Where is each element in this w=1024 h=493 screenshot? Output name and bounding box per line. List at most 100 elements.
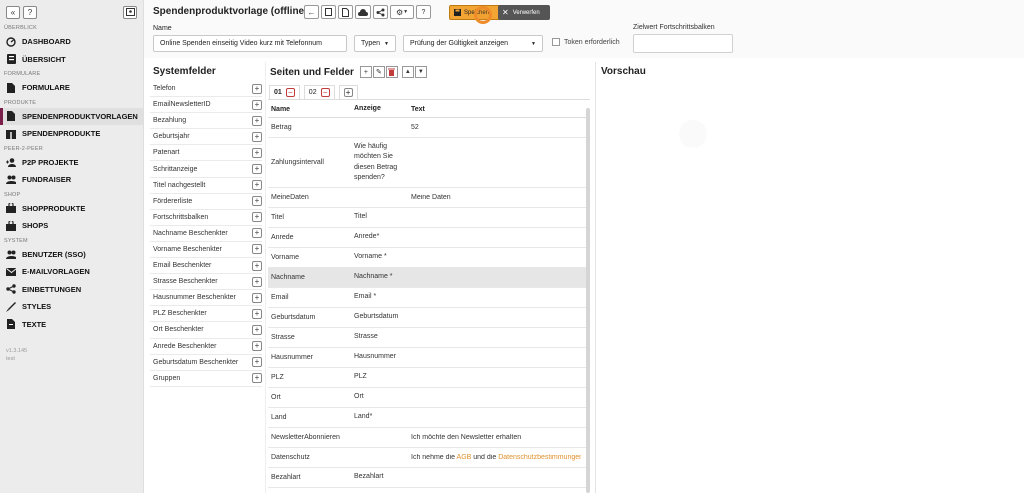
cell-name: Anrede	[271, 234, 294, 241]
plus-icon: +	[363, 68, 368, 76]
text-icon	[6, 319, 16, 330]
add-field-button[interactable]: +	[252, 308, 262, 319]
sidebar-item-fundraiser[interactable]: FUNDRAISER	[0, 171, 143, 189]
add-tab-button[interactable]: +	[338, 85, 358, 99]
add-field-button[interactable]: +	[252, 212, 262, 223]
help-icon: ?	[27, 7, 33, 17]
add-field-button[interactable]: +	[252, 99, 262, 110]
table-row[interactable]: Bezahlart Bezahlart	[268, 468, 586, 488]
id-card-icon	[125, 8, 135, 16]
back-button[interactable]: ←	[304, 5, 319, 19]
discard-button[interactable]: ✕ Verwerfen	[498, 5, 550, 20]
add-field-button[interactable]: +	[252, 164, 262, 175]
file-button[interactable]	[338, 5, 353, 19]
delete-page-button[interactable]	[385, 66, 398, 78]
table-row[interactable]: Strasse Strasse	[268, 328, 586, 348]
sidebar-item-einbettungen[interactable]: EINBETTUNGEN	[0, 281, 143, 299]
share-button[interactable]	[373, 5, 388, 19]
token-checkbox-group[interactable]: Token erforderlich	[552, 38, 620, 46]
cloud-button[interactable]	[355, 5, 371, 19]
add-field-button[interactable]: +	[252, 357, 262, 368]
sidebar-item-styles[interactable]: STYLES	[0, 298, 143, 316]
pencil-icon: ✎	[375, 69, 382, 76]
zielwert-input[interactable]	[633, 34, 733, 53]
add-page-button[interactable]: +	[359, 66, 372, 78]
vorschau-title: Vorschau	[601, 66, 646, 77]
tab-page-01[interactable]: 01 −	[269, 85, 300, 99]
table-row[interactable]: Anrede Anrede*	[268, 228, 586, 248]
add-field-button[interactable]: +	[252, 324, 262, 335]
add-field-button[interactable]: +	[252, 341, 262, 352]
pruefung-select[interactable]: Prüfung der Gültigkeit anzeigen ▼	[403, 35, 543, 52]
info-button[interactable]: ?	[416, 5, 431, 19]
systemfelder-list: Telefon + EmailNewsletterID + Bezahlung + Gebu…	[150, 81, 262, 387]
add-field-button[interactable]: +	[252, 292, 262, 303]
add-field-button[interactable]: +	[252, 115, 262, 126]
sidebar-item-spendenprodukte[interactable]: SPENDENPRODUKTE	[0, 125, 143, 143]
datenschutz-link[interactable]: Datenschutzbestimmungen	[498, 454, 581, 461]
move-up-button[interactable]: ▲	[401, 66, 414, 78]
table-row[interactable]: Email Email *	[268, 288, 586, 308]
add-field-button[interactable]: +	[252, 373, 262, 384]
sidebar-item-benutzer[interactable]: BENUTZER (SSO)	[0, 246, 143, 264]
add-field-button[interactable]: +	[252, 131, 262, 142]
table-row[interactable]: Datenschutz Ich nehme die AGB und die Dat…	[268, 448, 586, 468]
remove-page-icon[interactable]: −	[285, 88, 295, 97]
add-field-button[interactable]: +	[252, 244, 262, 255]
pruefung-label: Prüfung der Gültigkeit anzeigen	[410, 40, 509, 47]
table-row[interactable]: NewsletterAbonnieren Ich möchte den Newsl…	[268, 428, 586, 448]
table-row[interactable]: Betrag 52	[268, 118, 586, 138]
settings-dropdown-button[interactable]: ⚙ ▼	[390, 5, 414, 19]
table-row[interactable]: Zahlungsintervall Wie häufig möchten Sie …	[268, 138, 586, 188]
add-field-button[interactable]: +	[252, 147, 262, 158]
token-checkbox[interactable]	[552, 38, 560, 46]
table-row[interactable]: Hausnummer Hausnummer	[268, 348, 586, 368]
cloud-icon	[358, 8, 368, 16]
sidebar-item-shopprodukte[interactable]: SHOPPRODUKTE	[0, 200, 143, 218]
add-field-button[interactable]: +	[252, 228, 262, 239]
table-row[interactable]: Nachname Nachname *	[268, 268, 586, 288]
collapse-sidebar-button[interactable]: «	[6, 5, 20, 19]
sidebar-item-spendenproduktvorlagen[interactable]: SPENDENPRODUKTVORLAGEN	[0, 107, 143, 125]
table-row[interactable]: Titel Titel	[268, 208, 586, 228]
add-field-button[interactable]: +	[252, 260, 262, 271]
save-button[interactable]: Speichern	[449, 5, 503, 24]
sidebar-item-dashboard[interactable]: DASHBOARD	[0, 33, 143, 51]
sidebar-item-shops[interactable]: SHOPS	[0, 217, 143, 235]
column-header-text: Text	[411, 106, 425, 113]
move-down-button[interactable]: ▼	[414, 66, 427, 78]
add-field-button[interactable]: +	[252, 196, 262, 207]
table-scrollbar[interactable]	[586, 108, 590, 493]
agb-link[interactable]: AGB	[457, 454, 472, 461]
plus-icon: +	[343, 88, 353, 97]
users-icon	[6, 250, 16, 259]
add-field-button[interactable]: +	[252, 180, 262, 191]
table-row[interactable]: Land Land*	[268, 408, 586, 428]
table-row[interactable]: MeineDaten Meine Daten	[268, 188, 586, 208]
sidebar-item-label: FORMULARE	[22, 83, 70, 93]
table-row[interactable]: Geburtsdatum Geburtsdatum	[268, 308, 586, 328]
token-label: Token erforderlich	[564, 38, 620, 46]
table-row[interactable]: Ort Ort	[268, 388, 586, 408]
add-field-button[interactable]: +	[252, 276, 262, 287]
sidebar-item-uebersicht[interactable]: ÜBERSICHT	[0, 51, 143, 69]
tab-page-02[interactable]: 02 −	[303, 85, 335, 99]
cell-name: Vorname	[271, 254, 300, 261]
sidebar-toolbar: « ?	[0, 0, 143, 22]
add-field-button[interactable]: +	[252, 83, 262, 94]
table-row[interactable]: PLZ PLZ	[268, 368, 586, 388]
copy-button[interactable]	[321, 5, 336, 19]
typen-select[interactable]: Typen ▼	[354, 35, 396, 52]
remove-page-icon[interactable]: −	[320, 88, 330, 97]
page-title: Spendenproduktvorlage (offline)	[153, 6, 308, 17]
profile-button[interactable]	[123, 5, 137, 19]
table-row[interactable]: Vorname Vorname *	[268, 248, 586, 268]
sidebar-item-p2p-projekte[interactable]: P2P PROJEKTE	[0, 154, 143, 172]
edit-page-button[interactable]: ✎	[372, 66, 385, 78]
sidebar-item-e-mailvorlagen[interactable]: E-MAILVORLAGEN	[0, 263, 143, 281]
sidebar-item-texte[interactable]: TEXTE	[0, 316, 143, 334]
help-button[interactable]: ?	[23, 5, 37, 19]
name-input[interactable]: Online Spenden einseitig Video kurz mit …	[153, 35, 347, 52]
sidebar-item-label: SPENDENPRODUKTE	[22, 129, 101, 139]
sidebar-item-formulare[interactable]: FORMULARE	[0, 79, 143, 97]
